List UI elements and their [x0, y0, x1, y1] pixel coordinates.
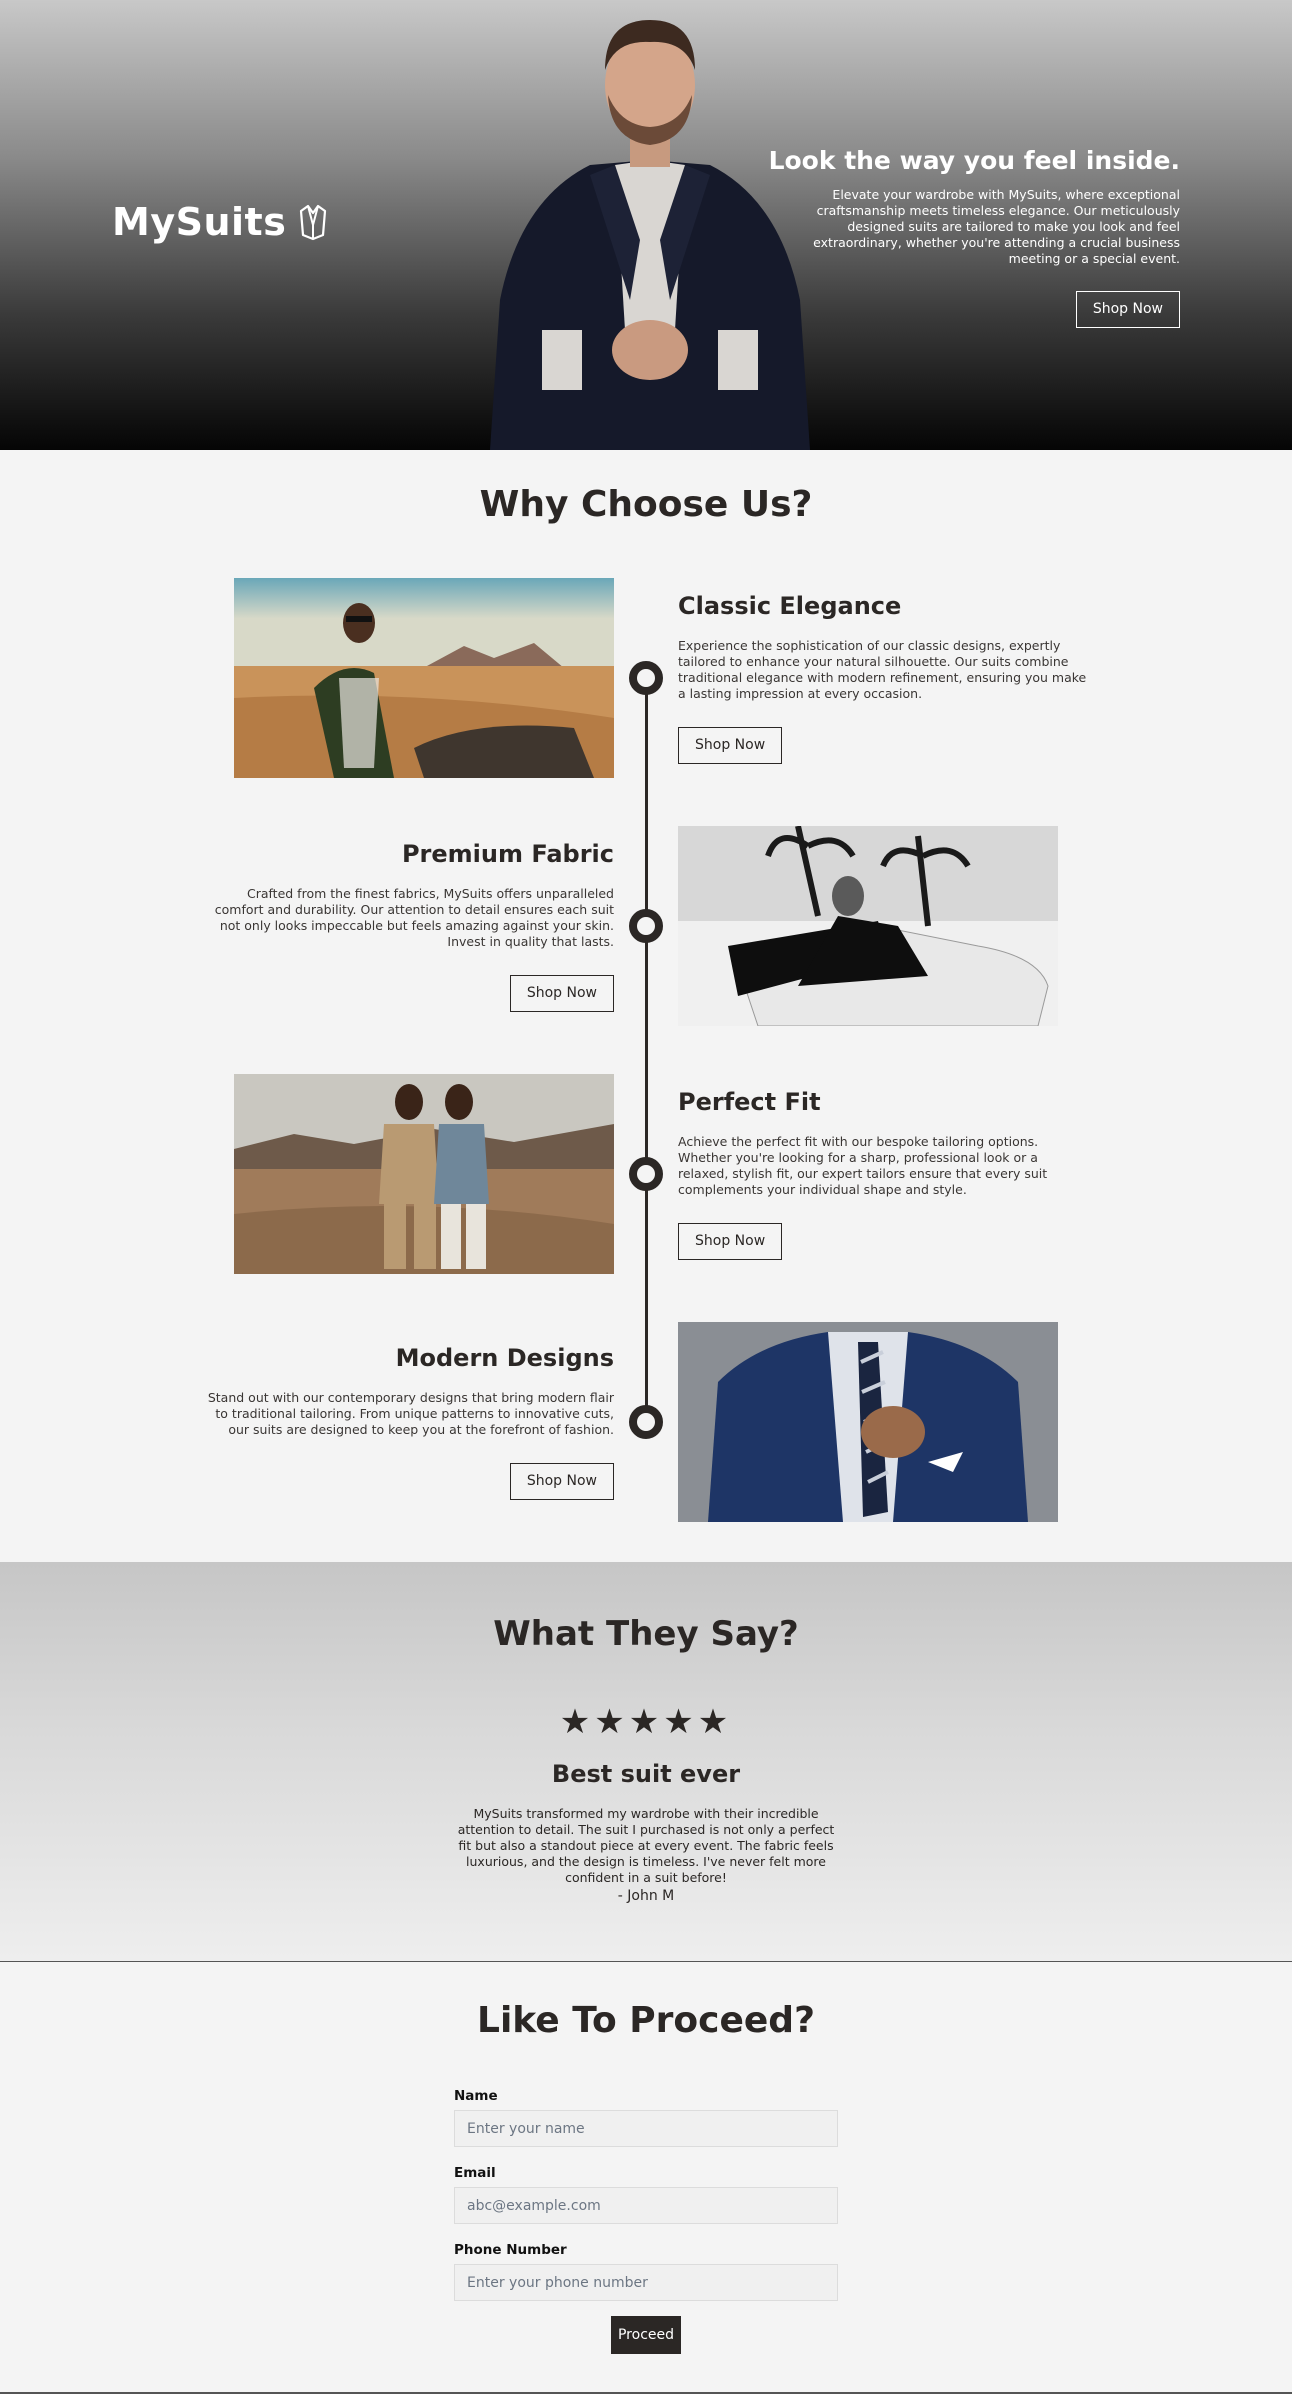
hero-section: MySuits Look the way you feel inside. El… [0, 0, 1292, 450]
testimonial-section: What They Say? ★★★★★ Best suit ever MySu… [0, 1562, 1292, 1962]
why-choose-us-title: Why Choose Us? [479, 484, 813, 525]
proceed-form-title: Like To Proceed? [477, 2000, 815, 2041]
feature-description: Crafted from the finest fabrics, MySuits… [214, 886, 614, 949]
testimonial-title: What They Say? [493, 1614, 799, 1654]
email-input[interactable] [454, 2187, 838, 2224]
hero-description: Elevate your wardrobe with MySuits, wher… [813, 187, 1180, 266]
classic-elegance-image [234, 578, 614, 778]
contact-form: Name Email Phone Number [454, 2088, 838, 2319]
phone-label: Phone Number [454, 2242, 567, 2258]
email-label: Email [454, 2165, 496, 2181]
testimonial-quote: MySuits transformed my wardrobe with the… [457, 1806, 835, 1885]
timeline-node [629, 1157, 663, 1191]
premium-fabric-image [678, 826, 1058, 1026]
proceed-button[interactable]: Proceed [611, 2316, 681, 2354]
testimonial-author: - John M [617, 1888, 675, 1904]
brand-name: MySuits [112, 200, 287, 244]
star-rating-icons: ★★★★★ [559, 1702, 733, 1742]
hero-shop-now-button[interactable]: Shop Now [1075, 291, 1180, 328]
timeline-node [629, 1405, 663, 1439]
brand-logo-group[interactable]: MySuits [112, 200, 330, 244]
modern-designs-shop-now-button[interactable]: Shop Now [509, 1463, 614, 1500]
feature-title: Modern Designs [395, 1344, 614, 1372]
feature-title: Perfect Fit [678, 1088, 821, 1116]
perfect-fit-shop-now-button[interactable]: Shop Now [678, 1223, 783, 1260]
perfect-fit-image [234, 1074, 614, 1274]
timeline-line [645, 676, 648, 1422]
feature-perfect-fit: Perfect Fit Achieve the perfect fit with… [678, 1088, 1088, 1260]
feature-classic-elegance: Classic Elegance Experience the sophisti… [678, 592, 1088, 764]
feature-title: Classic Elegance [678, 592, 902, 620]
feature-premium-fabric: Premium Fabric Crafted from the finest f… [204, 840, 614, 1012]
timeline-node [629, 909, 663, 943]
feature-title: Premium Fabric [401, 840, 614, 868]
feature-modern-designs: Modern Designs Stand out with our contem… [204, 1344, 614, 1500]
timeline-node [629, 661, 663, 695]
hero-title: Look the way you feel inside. [768, 146, 1180, 175]
classic-elegance-shop-now-button[interactable]: Shop Now [678, 727, 783, 764]
testimonial-heading: Best suit ever [551, 1760, 741, 1788]
feature-description: Achieve the perfect fit with our bespoke… [678, 1134, 1048, 1197]
feature-description: Experience the sophistication of our cla… [678, 638, 1087, 701]
feature-description: Stand out with our contemporary designs … [207, 1390, 614, 1437]
modern-designs-image [678, 1322, 1058, 1522]
name-input[interactable] [454, 2110, 838, 2147]
hero-content: Look the way you feel inside. Elevate yo… [760, 146, 1180, 328]
suit-logo-icon [300, 204, 327, 241]
name-label: Name [454, 2088, 498, 2104]
premium-fabric-shop-now-button[interactable]: Shop Now [509, 975, 614, 1012]
phone-input[interactable] [454, 2264, 838, 2301]
